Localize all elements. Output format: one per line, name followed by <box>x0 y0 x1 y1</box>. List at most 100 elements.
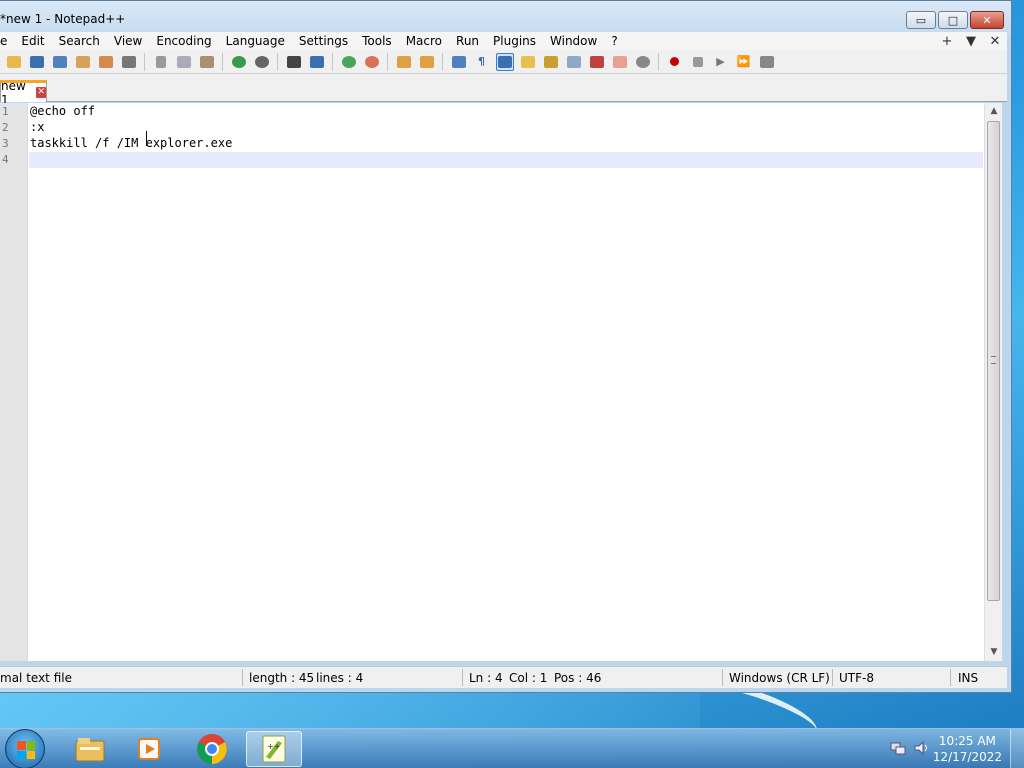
run-macro-multiple-icon[interactable]: ⏩ <box>735 53 753 71</box>
taskbar: ++ 10:25 AM 12/17/2022 <box>0 728 1024 768</box>
toolbar-separator <box>144 52 145 71</box>
scrollbar-thumb[interactable] <box>987 121 1000 601</box>
close-all-icon[interactable] <box>97 53 115 71</box>
close-window-button[interactable]: ✕ <box>970 11 1004 29</box>
menu-run[interactable]: Run <box>449 34 486 48</box>
menu-settings[interactable]: Settings <box>292 34 355 48</box>
tab-list-dropdown-icon[interactable]: ▼ <box>959 34 983 49</box>
status-line-number: Ln : 4 <box>469 671 503 685</box>
status-eol-format[interactable]: Windows (CR LF) <box>729 671 830 685</box>
toolbar-separator <box>332 52 333 71</box>
user-lang-icon[interactable] <box>519 53 537 71</box>
record-macro-icon[interactable] <box>666 53 684 71</box>
macro-misc-icon[interactable] <box>634 53 652 71</box>
volume-icon[interactable] <box>914 740 930 756</box>
menu-encoding[interactable]: Encoding <box>149 34 218 48</box>
media-player-icon[interactable] <box>122 731 178 767</box>
cut-icon[interactable] <box>152 53 170 71</box>
status-length: length : 45 <box>249 671 315 685</box>
system-clock[interactable]: 10:25 AM 12/17/2022 <box>933 733 1002 765</box>
save-all-icon[interactable] <box>51 53 69 71</box>
line-number: 3 <box>2 137 9 150</box>
network-icon[interactable] <box>890 741 906 755</box>
folder-workspace-icon[interactable] <box>588 53 606 71</box>
close-icon[interactable] <box>74 53 92 71</box>
menu-plugins[interactable]: Plugins <box>486 34 543 48</box>
menu-right-controls: + ▼ ✕ <box>935 32 1007 50</box>
monitoring-icon[interactable] <box>611 53 629 71</box>
save-macro-icon[interactable] <box>758 53 776 71</box>
show-desktop-button[interactable] <box>1010 729 1024 768</box>
paste-icon[interactable] <box>198 53 216 71</box>
menu-language[interactable]: Language <box>219 34 292 48</box>
status-position: Pos : 46 <box>554 671 602 685</box>
play-macro-icon[interactable]: ▶ <box>712 53 730 71</box>
tab-close-icon[interactable]: ✕ <box>36 87 46 98</box>
close-doc-icon[interactable]: ✕ <box>983 34 1007 49</box>
clock-date: 12/17/2022 <box>932 750 1002 764</box>
sync-vertical-icon[interactable] <box>395 53 413 71</box>
chrome-icon[interactable] <box>184 731 240 767</box>
toolbar-separator <box>658 52 659 71</box>
maximize-button[interactable]: □ <box>938 11 968 29</box>
line-number: 2 <box>2 121 9 134</box>
menu-edit[interactable]: Edit <box>14 34 51 48</box>
menu-file[interactable]: e <box>0 34 14 48</box>
menu-macro[interactable]: Macro <box>399 34 449 48</box>
editor-area[interactable]: 1 2 3 4 @echo off :x taskkill /f /IM exp… <box>0 103 1002 661</box>
menu-tools[interactable]: Tools <box>355 34 399 48</box>
minimize-icon: ▭ <box>915 13 927 27</box>
menu-search[interactable]: Search <box>52 34 107 48</box>
save-icon[interactable] <box>28 53 46 71</box>
status-insert-mode[interactable]: INS <box>958 671 978 685</box>
code-line[interactable]: :x <box>30 120 44 134</box>
sync-horizontal-icon[interactable] <box>418 53 436 71</box>
redo-icon[interactable] <box>253 53 271 71</box>
windows-logo-icon <box>17 741 35 759</box>
status-file-type: mal text file <box>0 671 72 685</box>
line-number-gutter: 1 2 3 4 <box>0 103 28 661</box>
zoom-in-icon[interactable] <box>340 53 358 71</box>
line-number: 1 <box>2 105 9 118</box>
indent-guide-icon[interactable] <box>495 52 514 71</box>
desktop-wallpaper-band <box>0 690 700 730</box>
line-number: 4 <box>2 153 9 166</box>
find-icon[interactable] <box>285 53 303 71</box>
toolbar: ¶ ▶ ⏩ <box>0 50 1007 74</box>
undo-icon[interactable] <box>230 53 248 71</box>
status-bar: mal text file length : 45 lines : 4 Ln :… <box>0 666 1007 688</box>
start-button[interactable] <box>5 729 45 768</box>
code-line[interactable]: taskkill /f /IM explorer.exe <box>30 136 232 150</box>
vertical-scrollbar[interactable]: ▲ ▼ <box>984 103 1002 661</box>
tab-new-1[interactable]: new 1 ✕ <box>0 79 47 107</box>
open-icon[interactable] <box>5 53 23 71</box>
scroll-up-arrow-icon[interactable]: ▲ <box>985 103 1003 120</box>
code-line[interactable]: @echo off <box>30 104 95 118</box>
show-all-chars-icon[interactable]: ¶ <box>473 53 491 71</box>
maximize-icon: □ <box>947 13 959 27</box>
copy-icon[interactable] <box>175 53 193 71</box>
toolbar-separator <box>222 52 223 71</box>
toolbar-separator <box>277 52 278 71</box>
svg-text:++: ++ <box>267 742 280 751</box>
menu-window[interactable]: Window <box>543 34 604 48</box>
doc-map-icon[interactable] <box>542 53 560 71</box>
add-tab-icon[interactable]: + <box>935 34 959 49</box>
stop-record-icon[interactable] <box>689 53 707 71</box>
mouse-ibeam-cursor <box>146 131 147 146</box>
status-encoding[interactable]: UTF-8 <box>839 671 874 685</box>
word-wrap-icon[interactable] <box>450 53 468 71</box>
clock-time: 10:25 AM <box>938 734 996 748</box>
replace-icon[interactable] <box>308 53 326 71</box>
scroll-down-arrow-icon[interactable]: ▼ <box>985 644 1003 661</box>
minimize-button[interactable]: ▭ <box>906 11 936 29</box>
notepad-plus-plus-icon[interactable]: ++ <box>246 731 302 767</box>
zoom-out-icon[interactable] <box>363 53 381 71</box>
windows-explorer-icon[interactable] <box>62 731 118 767</box>
function-list-icon[interactable] <box>565 53 583 71</box>
close-icon: ✕ <box>982 13 992 27</box>
toolbar-separator <box>387 52 388 71</box>
menu-view[interactable]: View <box>107 34 149 48</box>
menu-help[interactable]: ? <box>604 34 624 48</box>
print-icon[interactable] <box>120 53 138 71</box>
